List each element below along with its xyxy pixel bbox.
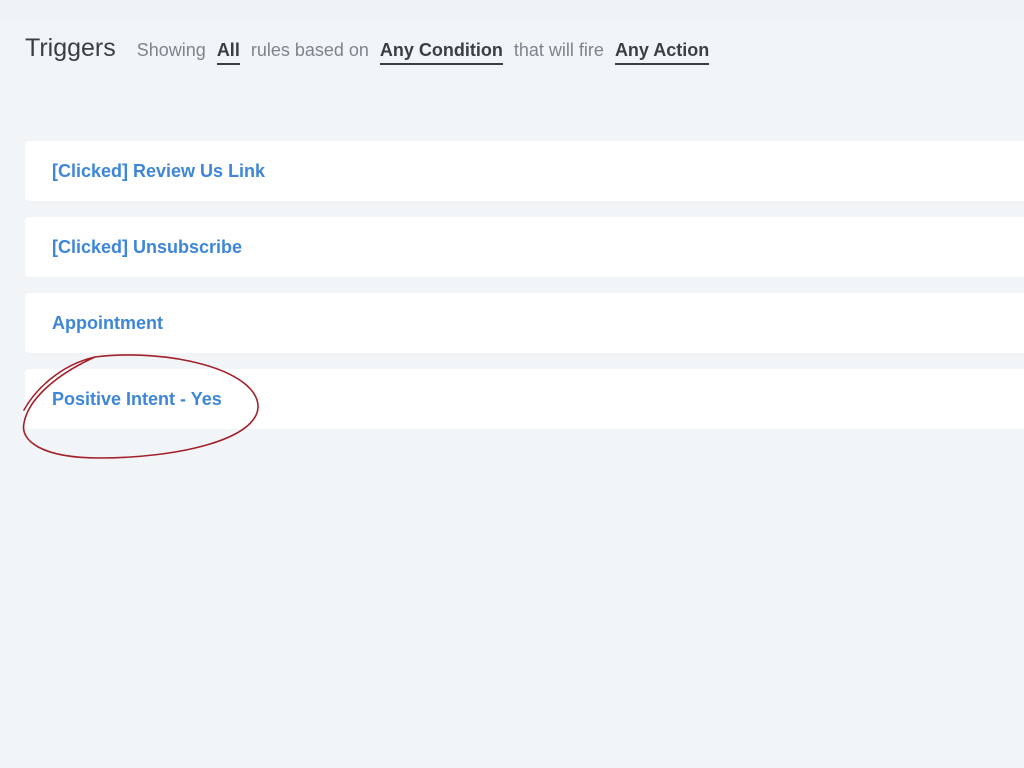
- trigger-name[interactable]: Appointment: [52, 313, 163, 334]
- trigger-row-appointment[interactable]: Appointment: [25, 293, 1024, 353]
- page-header: Triggers Showing All rules based on Any …: [25, 34, 720, 65]
- trigger-list: [Clicked] Review Us Link [Clicked] Unsub…: [25, 141, 1024, 445]
- trigger-name[interactable]: [Clicked] Review Us Link: [52, 161, 265, 182]
- condition-filter-dropdown[interactable]: Any Condition: [379, 40, 503, 65]
- condition-label: rules based on: [250, 40, 369, 60]
- page-title: Triggers: [25, 34, 116, 62]
- top-bar: [0, 0, 1024, 20]
- trigger-name[interactable]: [Clicked] Unsubscribe: [52, 237, 242, 258]
- trigger-row-unsubscribe[interactable]: [Clicked] Unsubscribe: [25, 217, 1024, 277]
- showing-filter-dropdown[interactable]: All: [216, 40, 240, 65]
- trigger-row-positive-intent-yes[interactable]: Positive Intent - Yes: [25, 369, 1024, 429]
- trigger-row-review-us-link[interactable]: [Clicked] Review Us Link: [25, 141, 1024, 201]
- action-label: that will fire: [513, 40, 604, 60]
- action-filter-dropdown[interactable]: Any Action: [614, 40, 710, 65]
- showing-label: Showing: [136, 40, 206, 60]
- trigger-name[interactable]: Positive Intent - Yes: [52, 389, 222, 410]
